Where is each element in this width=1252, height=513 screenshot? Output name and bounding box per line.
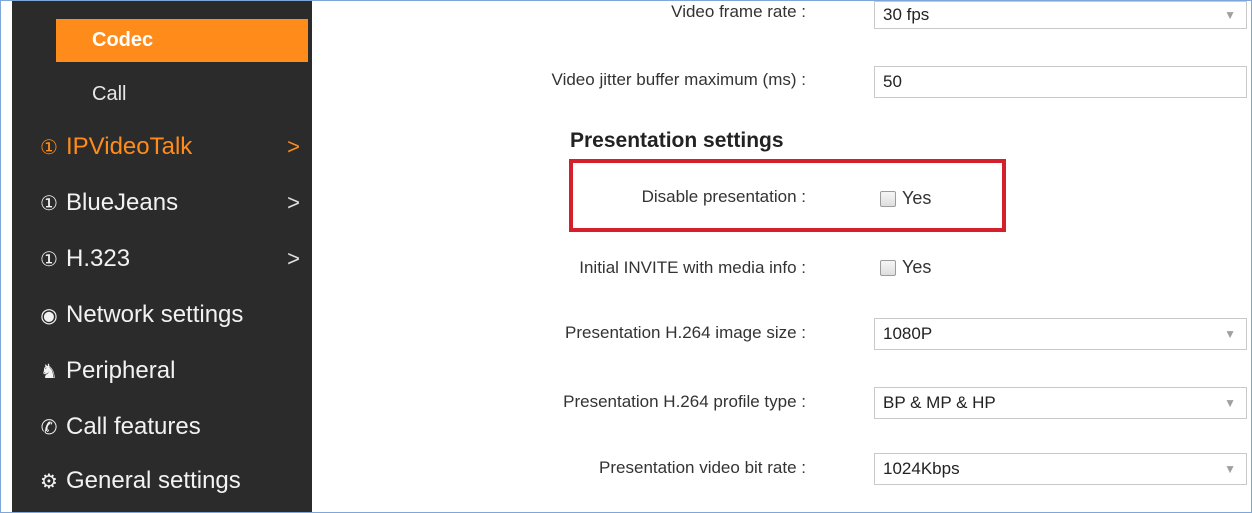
sidebar-item-label: Peripheral bbox=[66, 357, 176, 384]
sidebar-item-label: BlueJeans bbox=[66, 189, 179, 216]
user-circle-icon: ① bbox=[40, 136, 58, 159]
chevron-down-icon: ▼ bbox=[1224, 396, 1236, 410]
sidebar-item-label: General settings bbox=[66, 467, 241, 494]
sidebar: Codec Call ① IPVideoTalk > ① BlueJeans >… bbox=[12, 1, 312, 513]
globe-icon: ◉ bbox=[40, 304, 58, 327]
chevron-down-icon: ▼ bbox=[1224, 462, 1236, 476]
phone-icon: ✆ bbox=[40, 416, 58, 439]
peripheral-icon: ♞ bbox=[40, 360, 58, 383]
main-content: Video frame rate : 30 fps ▼ Video jitter… bbox=[312, 0, 1251, 513]
sidebar-item-codec[interactable]: Codec bbox=[56, 19, 308, 62]
gear-icon: ⚙ bbox=[40, 470, 58, 493]
sidebar-item-call-label: Call bbox=[92, 83, 127, 105]
sidebar-item-network-settings[interactable]: ◉ Network settings bbox=[12, 301, 312, 329]
initial-invite-label: Initial INVITE with media info : bbox=[579, 258, 806, 277]
sidebar-item-codec-label: Codec bbox=[92, 29, 154, 51]
pres-profile-type-label: Presentation H.264 profile type : bbox=[563, 392, 806, 411]
pres-bit-rate-value: 1024Kbps bbox=[883, 459, 960, 478]
user-circle-icon: ① bbox=[40, 192, 58, 215]
sidebar-item-label: Network settings bbox=[66, 301, 244, 328]
left-gutter bbox=[1, 1, 12, 512]
sidebar-item-bluejeans[interactable]: ① BlueJeans > bbox=[12, 189, 312, 217]
chevron-right-icon: > bbox=[287, 134, 300, 159]
sidebar-item-call-features[interactable]: ✆ Call features bbox=[12, 413, 312, 441]
sidebar-item-h323[interactable]: ① H.323 > bbox=[12, 245, 312, 273]
sidebar-item-peripheral[interactable]: ♞ Peripheral bbox=[12, 357, 312, 385]
highlight-box bbox=[569, 159, 1006, 232]
initial-invite-option[interactable]: Yes bbox=[880, 257, 931, 278]
pres-image-size-select[interactable]: 1080P ▼ bbox=[874, 318, 1247, 350]
pres-bit-rate-select[interactable]: 1024Kbps ▼ bbox=[874, 453, 1247, 485]
sidebar-item-general-settings[interactable]: ⚙ General settings bbox=[12, 467, 312, 495]
sidebar-item-ipvideotalk[interactable]: ① IPVideoTalk > bbox=[12, 133, 312, 161]
pres-image-size-value: 1080P bbox=[883, 324, 933, 343]
sidebar-item-label: H.323 bbox=[66, 245, 131, 272]
chevron-right-icon: > bbox=[287, 246, 300, 271]
video-frame-rate-select[interactable]: 30 fps ▼ bbox=[874, 1, 1247, 29]
video-frame-rate-label: Video frame rate : bbox=[671, 2, 806, 21]
initial-invite-checkbox[interactable] bbox=[880, 259, 896, 276]
sidebar-item-label: Call features bbox=[66, 413, 201, 440]
video-jitter-value: 50 bbox=[883, 72, 902, 91]
user-circle-icon: ① bbox=[40, 248, 58, 271]
pres-image-size-label: Presentation H.264 image size : bbox=[565, 323, 806, 342]
chevron-down-icon: ▼ bbox=[1224, 8, 1236, 22]
pres-bit-rate-label: Presentation video bit rate : bbox=[599, 458, 806, 477]
chevron-right-icon: > bbox=[287, 190, 300, 215]
chevron-down-icon: ▼ bbox=[1224, 327, 1236, 341]
pres-profile-type-value: BP & MP & HP bbox=[883, 393, 996, 412]
section-title-presentation: Presentation settings bbox=[570, 129, 784, 152]
video-jitter-input[interactable]: 50 bbox=[874, 66, 1247, 98]
initial-invite-option-label: Yes bbox=[902, 257, 932, 277]
video-frame-rate-value: 30 fps bbox=[883, 5, 930, 24]
video-jitter-label: Video jitter buffer maximum (ms) : bbox=[551, 70, 806, 89]
pres-profile-type-select[interactable]: BP & MP & HP ▼ bbox=[874, 387, 1247, 419]
sidebar-item-label: IPVideoTalk bbox=[66, 133, 193, 160]
